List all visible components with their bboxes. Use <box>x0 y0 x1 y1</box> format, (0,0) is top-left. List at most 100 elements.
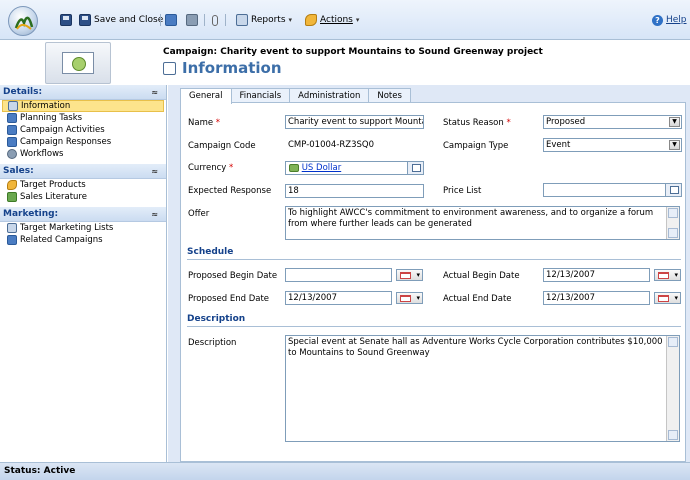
nav-item-label: Sales Literature <box>20 192 87 202</box>
help-label: Help <box>666 15 687 25</box>
save-and-new-button[interactable] <box>165 13 177 27</box>
actual-begin-field[interactable]: 12/13/2007 <box>543 268 650 282</box>
planning-tasks-icon <box>7 113 17 123</box>
calendar-icon <box>658 295 669 302</box>
nav-item-target-products[interactable]: Target Products <box>2 179 164 191</box>
information-icon <box>8 101 18 111</box>
attach-button[interactable] <box>212 13 218 27</box>
actual-begin-calendar-button[interactable]: ▾ <box>654 269 681 281</box>
nav-item-campaign-responses[interactable]: Campaign Responses <box>2 136 164 148</box>
description-text: Special event at Senate hall as Adventur… <box>288 337 663 358</box>
price-list-label: Price List <box>443 186 482 196</box>
toolbar-separator <box>160 14 161 26</box>
campaign-type-select[interactable]: Event ▼ <box>543 138 682 152</box>
nav-item-label: Related Campaigns <box>20 235 103 245</box>
nav-group-label: Details: <box>3 87 43 97</box>
required-mark: * <box>229 163 234 173</box>
offer-scrollbar[interactable] <box>666 207 679 239</box>
save-icon <box>60 14 72 26</box>
currency-icon <box>289 163 299 172</box>
campaign-responses-icon <box>7 137 17 147</box>
nav-group-header-sales[interactable]: Sales: ≈ <box>0 164 166 179</box>
collapse-icon[interactable]: ≈ <box>151 88 158 97</box>
help-icon: ? <box>652 14 663 26</box>
nav-item-target-marketing-lists[interactable]: Target Marketing Lists <box>2 222 164 234</box>
nav-item-label: Target Products <box>20 180 86 190</box>
actions-menu[interactable]: Actions ▾ <box>305 13 359 27</box>
save-button[interactable] <box>60 13 72 27</box>
name-field[interactable]: Charity event to support Mountain <box>285 115 424 129</box>
nav-group-label: Marketing: <box>3 209 59 219</box>
nav-group-label: Sales: <box>3 166 34 176</box>
proposed-end-field[interactable]: 12/13/2007 <box>285 291 392 305</box>
required-mark: * <box>215 118 221 128</box>
save-and-close-button[interactable]: Save and Close <box>79 13 163 27</box>
status-reason-label-text: Status Reason <box>443 118 504 128</box>
nav-item-related-campaigns[interactable]: Related Campaigns <box>2 234 164 246</box>
actual-end-field[interactable]: 12/13/2007 <box>543 291 650 305</box>
description-scrollbar[interactable] <box>666 336 679 441</box>
scroll-up-icon[interactable] <box>668 337 678 347</box>
nav-item-label: Target Marketing Lists <box>20 223 114 233</box>
nav-item-label: Information <box>21 101 71 111</box>
proposed-end-calendar-button[interactable]: ▾ <box>396 292 423 304</box>
toolbar-separator <box>204 14 205 26</box>
currency-lookup[interactable]: US Dollar <box>285 161 424 175</box>
price-list-lookup[interactable] <box>543 183 682 197</box>
collapse-icon[interactable]: ≈ <box>151 210 158 219</box>
campaign-activities-icon <box>7 125 17 135</box>
target-marketing-lists-icon <box>7 223 17 233</box>
proposed-begin-calendar-button[interactable]: ▾ <box>396 269 423 281</box>
nav-item-campaign-activities[interactable]: Campaign Activities <box>2 124 164 136</box>
status-bar: Status: Active <box>0 462 690 480</box>
nav-item-planning-tasks[interactable]: Planning Tasks <box>2 112 164 124</box>
chevron-down-icon[interactable]: ▼ <box>669 117 680 127</box>
expected-response-field[interactable]: 18 <box>285 184 424 198</box>
status-reason-select[interactable]: Proposed ▼ <box>543 115 682 129</box>
form-icon <box>163 61 176 75</box>
paperclip-icon <box>212 14 218 26</box>
proposed-begin-label: Proposed Begin Date <box>188 271 278 281</box>
save-and-new-icon <box>165 14 177 26</box>
tab-notes[interactable]: Notes <box>368 88 411 103</box>
scroll-down-icon[interactable] <box>668 228 678 238</box>
scroll-up-icon[interactable] <box>668 208 678 218</box>
nav-group-marketing: Marketing: ≈ Target Marketing Lists Rela… <box>0 207 166 246</box>
actual-end-calendar-button[interactable]: ▾ <box>654 292 681 304</box>
currency-label: Currency * <box>188 163 233 173</box>
nav-group-header-marketing[interactable]: Marketing: ≈ <box>0 207 166 222</box>
nav-item-label: Planning Tasks <box>20 113 83 123</box>
scroll-down-icon[interactable] <box>668 430 678 440</box>
offer-label: Offer <box>188 209 210 219</box>
tab-general[interactable]: General <box>180 88 232 104</box>
nav-item-sales-literature[interactable]: Sales Literature <box>2 191 164 203</box>
record-header: Campaign: Charity event to support Mount… <box>0 40 690 85</box>
nav-group-sales: Sales: ≈ Target Products Sales Literatur… <box>0 164 166 203</box>
description-field[interactable]: Special event at Senate hall as Adventur… <box>285 335 680 442</box>
lookup-icon[interactable] <box>665 184 681 196</box>
currency-link[interactable]: US Dollar <box>302 163 342 173</box>
nav-group-header-details[interactable]: Details: ≈ <box>0 85 166 100</box>
print-button[interactable] <box>186 13 198 27</box>
name-label-text: Name <box>188 118 214 128</box>
nav-item-label: Workflows <box>20 149 64 159</box>
chevron-down-icon: ▾ <box>416 271 420 279</box>
chevron-down-icon: ▾ <box>674 294 678 302</box>
description-section-header: Description <box>187 314 681 327</box>
offer-text: To highlight AWCC's commitment to enviro… <box>288 208 654 229</box>
chevron-down-icon[interactable]: ▼ <box>669 140 680 150</box>
offer-field[interactable]: To highlight AWCC's commitment to enviro… <box>285 206 680 240</box>
collapse-icon[interactable]: ≈ <box>151 167 158 176</box>
proposed-end-label: Proposed End Date <box>188 294 270 304</box>
tab-administration[interactable]: Administration <box>289 88 370 103</box>
help-button[interactable]: ? Help <box>652 13 687 27</box>
crm-logo-icon[interactable] <box>8 6 38 36</box>
reports-menu[interactable]: Reports ▾ <box>236 13 292 27</box>
tab-financials[interactable]: Financials <box>230 88 291 103</box>
nav-item-workflows[interactable]: Workflows <box>2 148 164 160</box>
campaign-type-value: Event <box>546 140 571 150</box>
campaign-code-label: Campaign Code <box>188 141 256 151</box>
lookup-icon[interactable] <box>407 162 423 174</box>
proposed-begin-field[interactable] <box>285 268 392 282</box>
nav-item-information[interactable]: Information <box>2 100 164 112</box>
